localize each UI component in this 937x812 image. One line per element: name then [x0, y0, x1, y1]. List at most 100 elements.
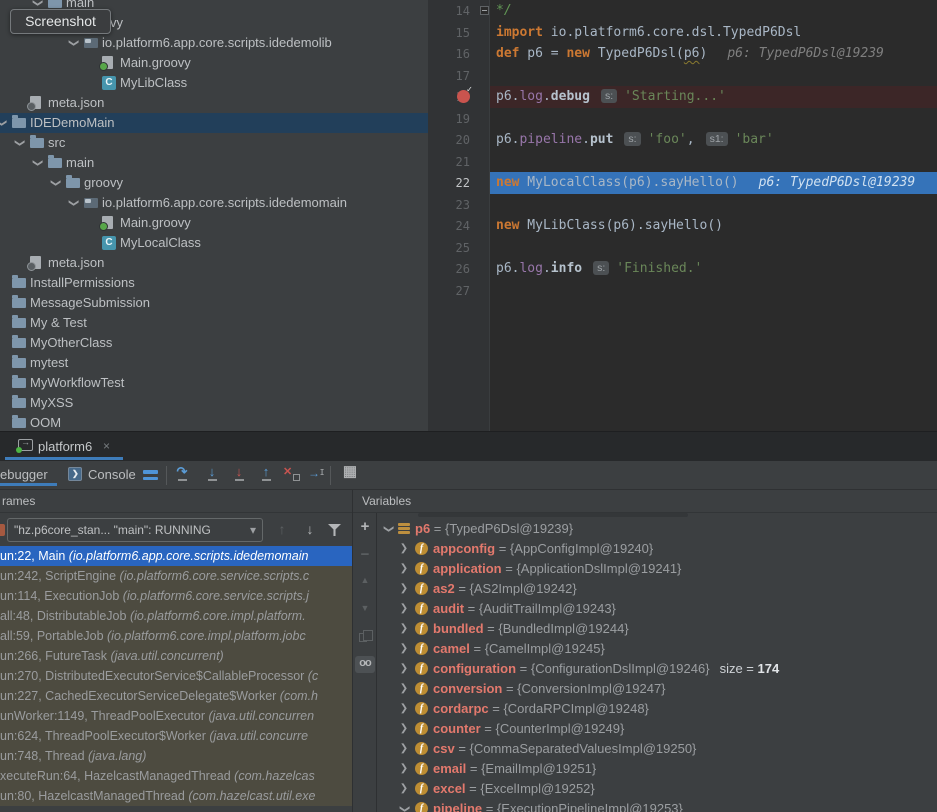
variable-row-email[interactable]: ❯femail = {EmailImpl@19251}: [378, 759, 937, 779]
frame-row[interactable]: un:748, Thread (java.lang): [0, 746, 352, 766]
variable-row-appconfig[interactable]: ❯fappconfig = {AppConfigImpl@19240}: [378, 539, 937, 559]
chevron-collapsed-icon[interactable]: ❯: [398, 659, 410, 679]
move-down-icon[interactable]: ▼: [353, 603, 377, 613]
tree-item-meta-json[interactable]: meta.json: [0, 253, 428, 273]
screenshot-button[interactable]: Screenshot: [10, 9, 111, 34]
code-editor[interactable]: 14*/15import io.platform6.core.dsl.Typed…: [428, 0, 937, 431]
variable-row-excel[interactable]: ❯fexcel = {ExcelImpl@19252}: [378, 779, 937, 799]
threads-menu-icon[interactable]: [143, 470, 158, 483]
frame-row[interactable]: un:266, FutureTask (java.util.concurrent…: [0, 646, 352, 666]
show-watches-icon[interactable]: oo: [355, 656, 375, 673]
evaluate-grid-icon[interactable]: ▦: [341, 464, 359, 484]
chevron-collapsed-icon[interactable]: ❯: [398, 559, 410, 579]
next-frame-icon[interactable]: ↓: [300, 518, 320, 540]
move-up-icon[interactable]: ▲: [353, 575, 377, 585]
line-number[interactable]: 17: [428, 65, 470, 87]
line-number[interactable]: 23: [428, 194, 470, 216]
frame-row[interactable]: un:624, ThreadPoolExecutor$Worker (java.…: [0, 726, 352, 746]
chevron-expanded-icon[interactable]: ❯: [63, 196, 83, 210]
chevron-collapsed-icon[interactable]: ❯: [398, 699, 410, 719]
tree-item-myworkflowtest[interactable]: MyWorkflowTest: [0, 373, 428, 393]
frame-row[interactable]: xecuteRun:64, HazelcastManagedThread (co…: [0, 766, 352, 786]
line-number[interactable]: 14: [428, 0, 470, 22]
chevron-expanded-icon[interactable]: ❯: [378, 523, 398, 535]
chevron-collapsed-icon[interactable]: ❯: [398, 619, 410, 639]
chevron-expanded-icon[interactable]: ❯: [0, 116, 11, 130]
thread-dropdown[interactable]: "hz.p6core_stan... "main": RUNNING ▾: [7, 518, 263, 542]
variable-row-camel[interactable]: ❯fcamel = {CamelImpl@19245}: [378, 639, 937, 659]
drop-frame-icon[interactable]: ✕: [283, 464, 301, 484]
variable-row-csv[interactable]: ❯fcsv = {CommaSeparatedValuesImpl@19250}: [378, 739, 937, 759]
chevron-collapsed-icon[interactable]: ❯: [398, 579, 410, 599]
tree-item-src[interactable]: ❯src: [0, 133, 428, 153]
code-line-16[interactable]: def p6 = new TypedP6Dsl(p6)p6: TypedP6Ds…: [496, 43, 884, 65]
line-number[interactable]: 19: [428, 108, 470, 130]
variable-row-as2[interactable]: ❯fas2 = {AS2Impl@19242}: [378, 579, 937, 599]
chevron-expanded-icon[interactable]: ❯: [9, 136, 29, 150]
line-number[interactable]: 25: [428, 237, 470, 259]
tree-item-mytest[interactable]: mytest: [0, 353, 428, 373]
tree-item-my-test[interactable]: My & Test: [0, 313, 428, 333]
tree-item-groovy[interactable]: ❯groovy: [0, 173, 428, 193]
line-number[interactable]: 22: [428, 172, 470, 194]
tree-item-oom[interactable]: OOM: [0, 413, 428, 431]
line-number[interactable]: 21: [428, 151, 470, 173]
tree-item-meta-json[interactable]: meta.json: [0, 93, 428, 113]
chevron-collapsed-icon[interactable]: ❯: [398, 639, 410, 659]
chevron-collapsed-icon[interactable]: ❯: [398, 539, 410, 559]
variable-row-audit[interactable]: ❯faudit = {AuditTrailImpl@19243}: [378, 599, 937, 619]
code-line-26[interactable]: p6.log.infos:'Finished.': [496, 258, 702, 280]
tree-item-myotherclass[interactable]: MyOtherClass: [0, 333, 428, 353]
fold-marker-icon[interactable]: [480, 6, 489, 15]
variable-row-pipeline[interactable]: ❯fpipeline = {ExecutionPipelineImpl@1925…: [378, 799, 937, 812]
chevron-collapsed-icon[interactable]: ❯: [398, 679, 410, 699]
new-watch-icon[interactable]: +: [353, 518, 377, 535]
variable-row-application[interactable]: ❯fapplication = {ApplicationDslImpl@1924…: [378, 559, 937, 579]
chevron-collapsed-icon[interactable]: ❯: [398, 739, 410, 759]
chevron-collapsed-icon[interactable]: ❯: [398, 599, 410, 619]
breakpoint-icon[interactable]: [457, 90, 470, 103]
line-number[interactable]: 16: [428, 43, 470, 65]
line-number[interactable]: 26: [428, 258, 470, 280]
frame-row[interactable]: un:80, HazelcastManagedThread (com.hazel…: [0, 786, 352, 806]
line-number[interactable]: 20: [428, 129, 470, 151]
remove-watch-icon[interactable]: −: [353, 546, 377, 563]
tree-item-main-groovy[interactable]: Main.groovy: [0, 213, 428, 233]
chevron-expanded-icon[interactable]: ❯: [45, 176, 65, 190]
tree-item-io-platform6-app-core-scripts-idedemomain[interactable]: ❯io.platform6.app.core.scripts.idedemoma…: [0, 193, 428, 213]
variable-row-conversion[interactable]: ❯fconversion = {ConversionImpl@19247}: [378, 679, 937, 699]
code-line-15[interactable]: import io.platform6.core.dsl.TypedP6Dsl: [496, 22, 801, 44]
tab-debugger[interactable]: ebugger: [0, 467, 48, 482]
tree-item-installpermissions[interactable]: InstallPermissions: [0, 273, 428, 293]
step-into-icon[interactable]: ↓: [203, 464, 221, 484]
frame-row[interactable]: all:48, DistributableJob (io.platform6.c…: [0, 606, 352, 626]
tree-item-main-groovy[interactable]: Main.groovy: [0, 53, 428, 73]
frame-row[interactable]: un:270, DistributedExecutorService$Calla…: [0, 666, 352, 686]
code-line-14[interactable]: */: [496, 0, 512, 22]
close-tab-icon[interactable]: ×: [103, 439, 110, 453]
variable-row-counter[interactable]: ❯fcounter = {CounterImpl@19249}: [378, 719, 937, 739]
filter-frames-icon[interactable]: [328, 524, 341, 536]
run-to-cursor-icon[interactable]: →ɪ: [308, 464, 326, 484]
frame-row[interactable]: un:22, Main (io.platform6.app.core.scrip…: [0, 546, 352, 566]
force-step-into-icon[interactable]: ↓: [230, 464, 248, 484]
variable-row-configuration[interactable]: ❯fconfiguration = {ConfigurationDslImpl@…: [378, 659, 937, 679]
line-number[interactable]: 27: [428, 280, 470, 302]
frame-row[interactable]: unWorker:1149, ThreadPoolExecutor (java.…: [0, 706, 352, 726]
step-over-icon[interactable]: ↷: [173, 464, 191, 484]
frame-row[interactable]: all:59, PortableJob (io.platform6.core.i…: [0, 626, 352, 646]
duplicate-watch-icon[interactable]: [359, 633, 367, 642]
prev-frame-icon[interactable]: ↑: [272, 518, 292, 540]
code-line-24[interactable]: new MyLibClass(p6).sayHello(): [496, 215, 723, 237]
tree-item-messagesubmission[interactable]: MessageSubmission: [0, 293, 428, 313]
chevron-expanded-icon[interactable]: ❯: [63, 36, 83, 50]
step-out-icon[interactable]: ↑: [257, 464, 275, 484]
frame-row[interactable]: un:114, ExecutionJob (io.platform6.core.…: [0, 586, 352, 606]
chevron-collapsed-icon[interactable]: ❯: [398, 759, 410, 779]
code-line-20[interactable]: p6.pipeline.puts:'foo',s1:'bar': [496, 129, 774, 151]
line-number[interactable]: 24: [428, 215, 470, 237]
tree-item-myxss[interactable]: MyXSS: [0, 393, 428, 413]
code-line-22[interactable]: new MyLocalClass(p6).sayHello()p6: Typed…: [496, 172, 915, 194]
code-line-18[interactable]: p6.log.debugs:'Starting...': [496, 86, 726, 108]
tree-item-mylocalclass[interactable]: CMyLocalClass: [0, 233, 428, 253]
